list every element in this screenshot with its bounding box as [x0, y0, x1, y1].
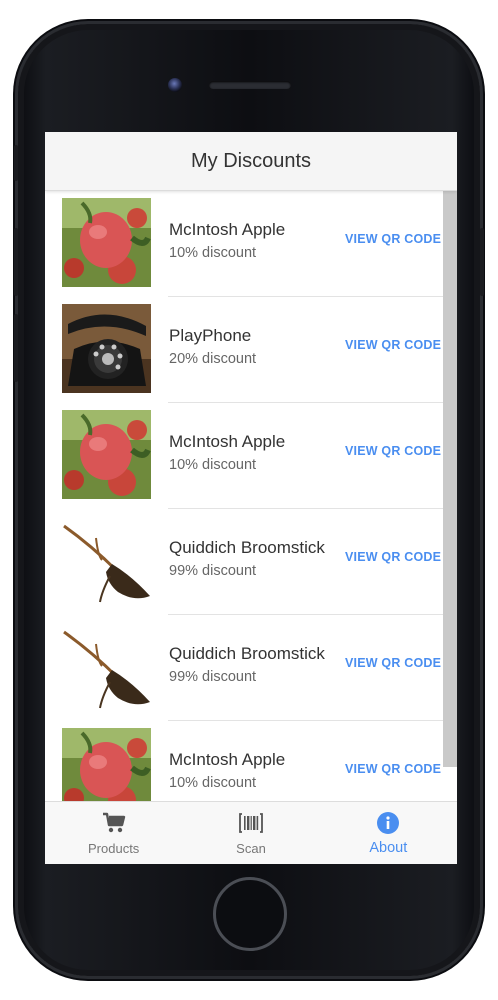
- list-item[interactable]: McIntosh Apple 10% discount VIEW QR CODE: [45, 721, 443, 802]
- view-qr-code-button[interactable]: VIEW QR CODE: [345, 656, 441, 670]
- apple-image: [62, 728, 151, 802]
- discount-text: 20% discount: [169, 351, 257, 367]
- discount-text: 10% discount: [169, 245, 257, 261]
- discount-text: 10% discount: [169, 457, 257, 473]
- earpiece-speaker: [209, 81, 291, 89]
- scrollbar[interactable]: [443, 191, 457, 767]
- cart-icon: [102, 812, 125, 833]
- tab-label: About: [369, 840, 408, 856]
- page-title: My Discounts: [190, 149, 312, 172]
- tab-scan[interactable]: Scan: [182, 802, 319, 864]
- view-qr-code-button[interactable]: VIEW QR CODE: [345, 444, 441, 458]
- volume-down-button: [14, 314, 18, 382]
- view-qr-code-button[interactable]: VIEW QR CODE: [345, 232, 441, 246]
- view-qr-code-button[interactable]: VIEW QR CODE: [345, 762, 441, 776]
- list-item[interactable]: Quiddich Broomstick 99% discount VIEW QR…: [45, 509, 457, 615]
- front-camera: [168, 78, 182, 92]
- list-item[interactable]: McIntosh Apple 10% discount VIEW QR CODE: [45, 403, 457, 509]
- power-button: [480, 228, 484, 296]
- tab-label: Products: [88, 841, 140, 856]
- barcode-icon: [239, 813, 263, 833]
- product-name: Quiddich Broomstick: [169, 538, 325, 557]
- tab-products[interactable]: Products: [45, 802, 182, 864]
- product-name: McIntosh Apple: [169, 220, 286, 239]
- app-screen: My Discounts McIntosh Apple 10% discount…: [45, 132, 457, 864]
- product-name: McIntosh Apple: [169, 432, 286, 451]
- product-name: McIntosh Apple: [169, 750, 286, 769]
- discount-text: 99% discount: [169, 563, 257, 579]
- list-item[interactable]: McIntosh Apple 10% discount VIEW QR CODE: [45, 191, 457, 297]
- home-button[interactable]: [213, 877, 287, 951]
- list-item[interactable]: PlayPhone 20% discount VIEW QR CODE: [45, 297, 457, 403]
- tab-bar: Products Scan About: [45, 801, 457, 864]
- discount-text: 10% discount: [169, 775, 257, 791]
- app-header: My Discounts: [45, 132, 457, 191]
- product-name: Quiddich Broomstick: [169, 644, 325, 663]
- list-item[interactable]: Quiddich Broomstick 99% discount VIEW QR…: [45, 615, 457, 721]
- discount-list[interactable]: McIntosh Apple 10% discount VIEW QR CODE…: [45, 191, 457, 802]
- tab-label: Scan: [236, 841, 266, 856]
- product-name: PlayPhone: [169, 326, 252, 345]
- tab-about[interactable]: About: [320, 802, 457, 864]
- broomstick-image: [62, 622, 151, 711]
- view-qr-code-button[interactable]: VIEW QR CODE: [345, 550, 441, 564]
- info-icon: [377, 812, 400, 834]
- volume-up-button: [14, 228, 18, 296]
- rotary-phone-image: [62, 304, 151, 393]
- apple-image: [62, 410, 151, 499]
- mute-switch: [14, 145, 18, 181]
- broomstick-image: [62, 516, 151, 605]
- view-qr-code-button[interactable]: VIEW QR CODE: [345, 338, 441, 352]
- discount-text: 99% discount: [169, 669, 257, 685]
- apple-image: [62, 198, 151, 287]
